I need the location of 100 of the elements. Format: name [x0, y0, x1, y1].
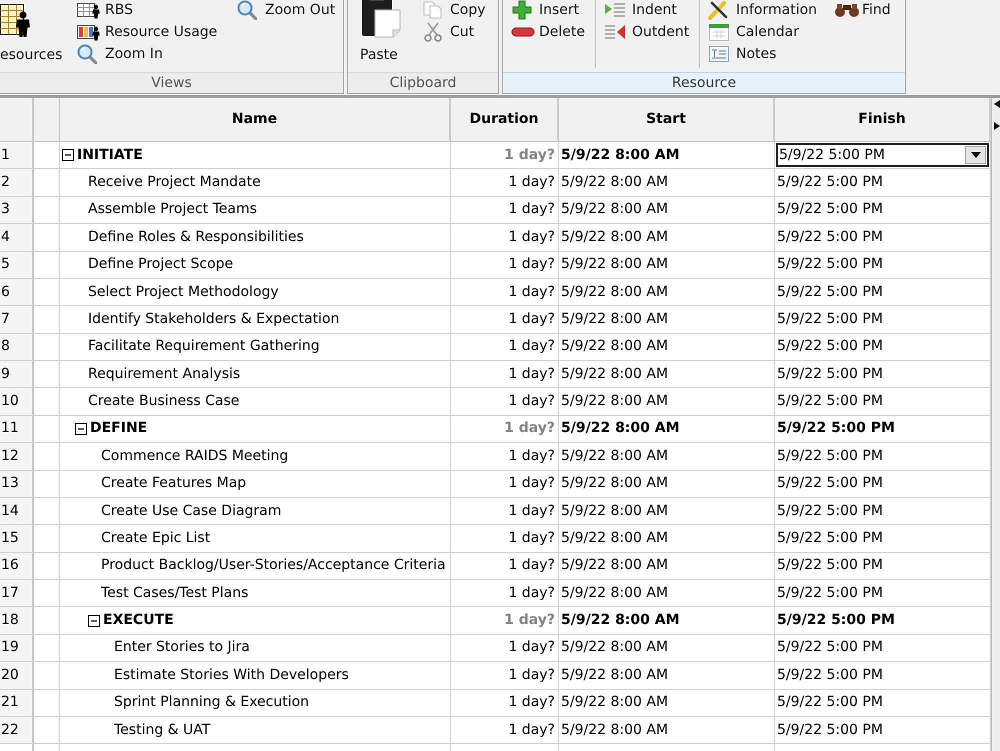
summary-task-name: DEFINE — [90, 419, 148, 438]
copy-button[interactable]: Copy — [422, 0, 496, 21]
summary-task-name: EXECUTE — [103, 611, 174, 630]
collapse-icon[interactable] — [88, 614, 100, 627]
duration: 1 day? — [451, 416, 559, 442]
magnifier-icon — [237, 0, 257, 20]
task-name: Commence RAIDS Meeting — [60, 443, 451, 470]
indent-icon — [604, 1, 626, 19]
start-date: 5/9/22 8:00 AM — [559, 361, 775, 388]
task-name: Test Cases/Test Plans — [60, 580, 451, 606]
task-name: Select Project Methodology — [60, 278, 451, 306]
zoom-in-button[interactable]: Zoom In — [77, 43, 237, 65]
duration: 1 day? — [451, 607, 559, 634]
calendar-button[interactable]: Calendar — [708, 21, 828, 43]
row-number: 22 — [0, 716, 34, 744]
task-name: Identify Stakeholders & Expectation — [60, 306, 451, 333]
duration: 1 day? — [451, 498, 559, 524]
row-number: 15 — [0, 525, 34, 552]
start-date: 5/9/22 8:00 AM — [559, 525, 775, 552]
row-number: 18 — [0, 607, 34, 634]
task-name: Enter Stories to Jira — [60, 634, 451, 662]
insert-button[interactable]: Insert — [511, 0, 591, 21]
duration: 1 day? — [451, 470, 559, 497]
row-number: 9 — [0, 361, 34, 388]
row-number: 4 — [0, 224, 34, 250]
start-date: 5/9/22 8:00 AM — [559, 607, 775, 634]
start-date: 5/9/22 8:00 AM — [559, 334, 775, 360]
group-label: Clipboard — [348, 72, 498, 93]
start-date: 5/9/22 8:00 AM — [559, 498, 775, 524]
start-date: 5/9/22 8:00 AM — [559, 388, 775, 415]
date-field[interactable]: 5/9/22 5:00 PM — [776, 143, 989, 168]
summary-task-name: INITIATE — [77, 146, 143, 165]
tools-icon — [708, 0, 730, 20]
task-name: Define Project Scope — [60, 252, 451, 278]
resources-button[interactable]: esources — [0, 0, 62, 66]
row-number: 6 — [0, 278, 34, 306]
duration: 1 day? — [451, 388, 559, 415]
task-name: Product Backlog/User-Stories/Acceptance Criteria — [60, 552, 451, 579]
dropdown-button[interactable] — [965, 146, 986, 164]
duration: 1 day? — [451, 716, 559, 744]
start-date: 5/9/22 8:00 AM — [559, 443, 775, 470]
task-name: Create Features Map — [60, 470, 451, 497]
row-number: 3 — [0, 196, 34, 224]
row-number: 12 — [0, 443, 34, 470]
duration: 1 day? — [451, 580, 559, 606]
binoculars-icon — [834, 2, 860, 18]
note-icon — [708, 45, 730, 63]
task-name: Create Business Case — [60, 388, 451, 415]
row-number: 19 — [0, 634, 34, 662]
duration: 1 day? — [451, 306, 559, 333]
start-date: 5/9/22 8:00 AM — [559, 142, 775, 168]
start-date: 5/9/22 8:00 AM — [559, 278, 775, 306]
resource-usage-button[interactable]: Resource Usage — [77, 21, 237, 43]
duration: 1 day? — [451, 690, 559, 716]
collapse-icon[interactable] — [75, 422, 87, 435]
scissors-icon — [422, 22, 444, 42]
delete-button[interactable]: Delete — [511, 21, 591, 43]
start-date: 5/9/22 8:00 AM — [559, 716, 775, 744]
start-date: 5/9/22 8:00 AM — [559, 196, 775, 224]
group-label: Resource — [503, 72, 905, 93]
duration: 1 day? — [451, 169, 559, 196]
task-name: Define Roles & Responsibilities — [60, 224, 451, 250]
start-date: 5/9/22 8:00 AM — [559, 552, 775, 579]
duration: 1 day? — [451, 552, 559, 579]
cut-button[interactable]: Cut — [422, 21, 496, 43]
start-date: 5/9/22 8:00 AM — [559, 169, 775, 196]
outdent-button[interactable]: Outdent — [604, 21, 695, 43]
zoom-out-button[interactable]: Zoom Out — [237, 0, 337, 21]
duration: 1 day? — [451, 224, 559, 250]
paste-button[interactable]: Paste — [360, 0, 422, 66]
row-number: 11 — [0, 416, 34, 442]
collapse-icon[interactable] — [62, 149, 74, 162]
start-date: 5/9/22 8:00 AM — [559, 224, 775, 250]
information-button[interactable]: Information — [708, 0, 828, 21]
row-number: 13 — [0, 470, 34, 497]
start-column-header[interactable]: Start — [559, 98, 775, 141]
start-date: 5/9/22 8:00 AM — [559, 470, 775, 497]
splitter-arrows-icon — [994, 100, 1000, 130]
caret-down-icon — [970, 152, 980, 158]
rbs-button[interactable]: RBS — [77, 0, 237, 21]
duration: 1 day? — [451, 278, 559, 306]
row-number: 1 — [0, 142, 34, 168]
duration: 1 day? — [451, 334, 559, 360]
start-date: 5/9/22 8:00 AM — [559, 634, 775, 662]
name-column-header[interactable]: Name — [60, 98, 451, 141]
indent-button[interactable]: Indent — [604, 0, 695, 21]
row-number: 7 — [0, 306, 34, 333]
duration-column-header[interactable]: Duration — [451, 98, 559, 141]
row-number: 17 — [0, 580, 34, 606]
start-date: 5/9/22 8:00 AM — [559, 690, 775, 716]
duration: 1 day? — [451, 252, 559, 278]
duration: 1 day? — [451, 142, 559, 168]
task-name: Create Use Case Diagram — [60, 498, 451, 524]
magnifier-icon — [77, 44, 97, 64]
table-person-icon — [77, 1, 101, 19]
find-button[interactable]: Find — [834, 0, 898, 21]
row-number: 2 — [0, 169, 34, 196]
notes-button[interactable]: Notes — [708, 43, 828, 65]
start-date: 5/9/22 8:00 AM — [559, 662, 775, 688]
plus-icon — [511, 0, 533, 20]
